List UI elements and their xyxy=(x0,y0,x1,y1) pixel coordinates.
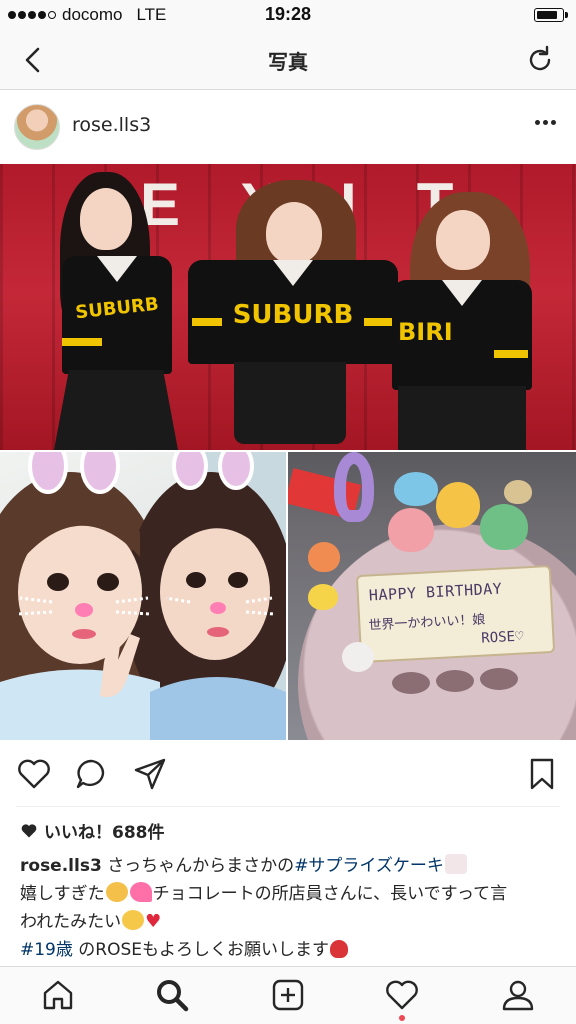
tab-bar xyxy=(0,966,576,1024)
status-bar: docomo LTE 19:28 xyxy=(0,0,576,30)
selfie-illustration xyxy=(0,452,286,740)
photo-selfie-bunny-filter xyxy=(0,452,286,740)
battery-level xyxy=(537,11,557,19)
nav-bar: 写真 xyxy=(0,30,576,90)
profile-icon[interactable] xyxy=(500,977,536,1013)
post-image[interactable]: EXIT SUBURB SUBURB xyxy=(0,164,576,740)
crying-cat-emoji-icon xyxy=(105,882,128,902)
notification-dot xyxy=(399,1015,405,1021)
activity-heart-icon[interactable] xyxy=(384,977,420,1013)
avatar[interactable] xyxy=(14,104,60,150)
share-icon[interactable] xyxy=(132,756,168,792)
caption-text-2a: 嬉しすぎた xyxy=(20,884,105,904)
cream-2 xyxy=(436,670,474,692)
caption-line-4: #19歳 のROSEもよろしくお願いします xyxy=(20,936,560,964)
caption-line-2: 嬉しすぎた チョコレートの所店員さんに、長いですって言 xyxy=(20,880,560,908)
cream-1 xyxy=(392,672,430,694)
balloon-green xyxy=(480,504,528,550)
cake-emoji-icon xyxy=(444,854,467,874)
balloon-small xyxy=(504,480,532,504)
home-icon[interactable] xyxy=(40,977,76,1013)
crying-face-emoji-icon xyxy=(122,910,145,930)
photo-group-jerseys: EXIT SUBURB SUBURB xyxy=(0,164,576,450)
plaque-line-1: HAPPY BIRTHDAY xyxy=(368,579,503,605)
candle-9 xyxy=(334,452,374,522)
cake-plaque: HAPPY BIRTHDAY 世界一かわいい！娘 ROSE♡ xyxy=(355,564,556,664)
likes-text: いいね！688件 xyxy=(44,823,165,843)
caption-line-1: rose.lls3 さっちゃんからまさかの#サプライズケーキ xyxy=(20,852,560,880)
search-icon[interactable] xyxy=(154,977,190,1013)
caption-text-3: われたみたい xyxy=(20,912,122,932)
cream-white xyxy=(342,642,374,672)
post-caption: rose.lls3 さっちゃんからまさかの#サプライズケーキ 嬉しすぎた チョコレ… xyxy=(20,852,560,964)
battery-icon xyxy=(534,8,568,22)
post-actions xyxy=(0,740,576,808)
caption-text-2b: チョコレートの所店員さんに、長いですって言 xyxy=(152,884,508,904)
plaque-line-2: 世界一かわいい！娘 xyxy=(368,612,486,634)
more-options-icon[interactable] xyxy=(535,120,556,125)
heart-icon[interactable] xyxy=(16,756,52,792)
post-username[interactable]: rose.lls3 xyxy=(72,114,151,136)
plaque-line-3: ROSE♡ xyxy=(480,628,524,647)
caption-text-4: のROSEもよろしくお願いします xyxy=(72,940,330,960)
page-title: 写真 xyxy=(268,50,308,74)
jersey-logo-right: BIRI xyxy=(398,318,453,346)
likes-count[interactable]: いいね！688件 xyxy=(20,818,165,843)
hashtag-surprise-cake[interactable]: #サプライズケーキ xyxy=(294,856,444,876)
status-time: 19:28 xyxy=(264,4,312,24)
comment-icon[interactable] xyxy=(74,756,110,792)
divider xyxy=(16,806,560,807)
jersey-logo-left: SUBURB xyxy=(74,293,160,324)
refresh-icon[interactable] xyxy=(524,44,556,76)
caption-username[interactable]: rose.lls3 xyxy=(20,856,102,876)
add-icon[interactable] xyxy=(270,977,306,1013)
balloon-blue xyxy=(394,472,438,506)
photo-birthday-cake: HAPPY BIRTHDAY 世界一かわいい！娘 ROSE♡ xyxy=(288,452,576,740)
hashtag-19[interactable]: #19歳 xyxy=(20,940,73,960)
caption-text-1: さっちゃんからまさかの xyxy=(107,856,295,876)
cream-3 xyxy=(480,668,518,690)
decoration-orange xyxy=(308,542,340,572)
post-header: rose.lls3 xyxy=(0,90,576,164)
red-heart-emoji-icon: ♥ xyxy=(145,911,162,932)
balloon-yellow xyxy=(436,482,480,528)
sparkling-heart-emoji-icon xyxy=(129,882,152,902)
bookmark-icon[interactable] xyxy=(524,756,560,792)
caption-line-3: われたみたい ♥ xyxy=(20,908,560,936)
decoration-chick xyxy=(308,584,338,610)
balloon-pink xyxy=(388,508,434,552)
rose-emoji-icon xyxy=(330,940,349,958)
heart-filled-icon xyxy=(21,823,37,837)
